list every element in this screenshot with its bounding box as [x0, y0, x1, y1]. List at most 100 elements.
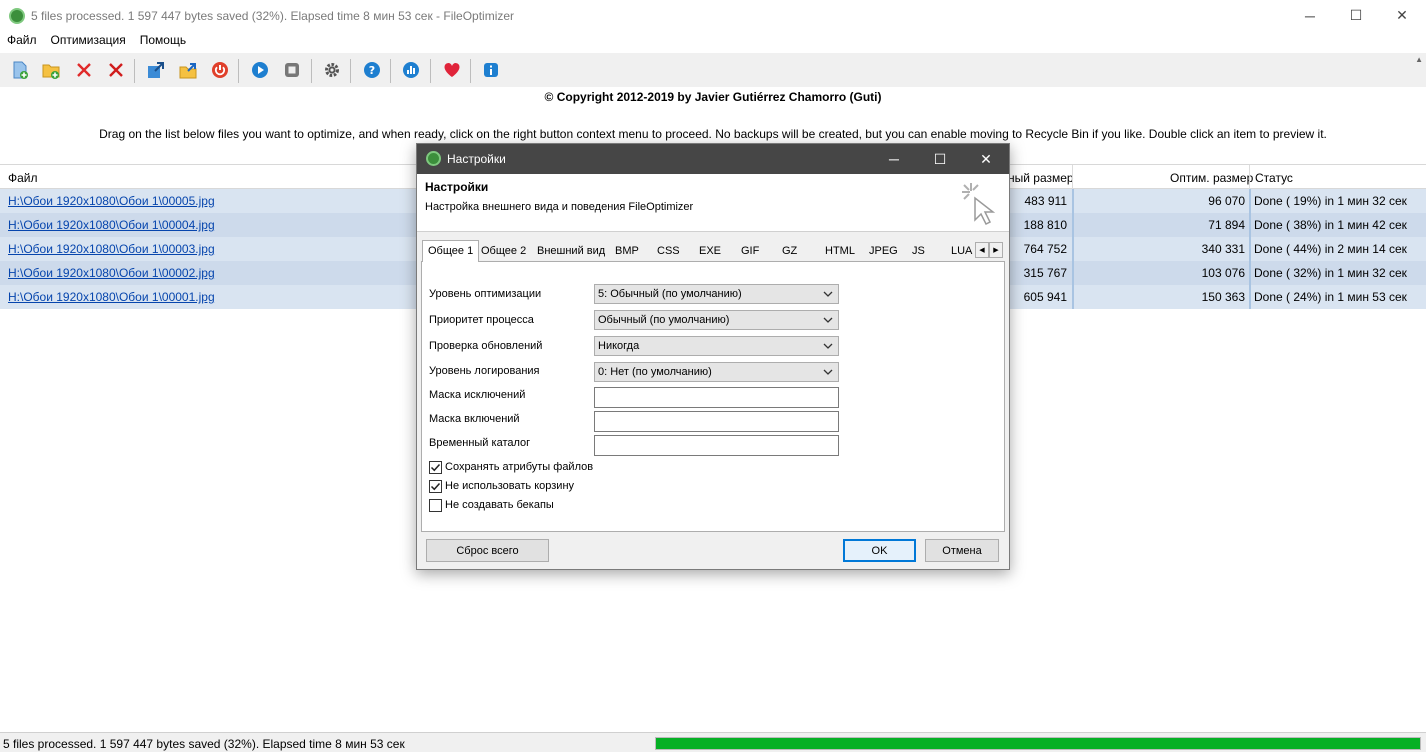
settings-dialog: Настройки ─ ☐ ✕ Настройки Настройка внеш…	[416, 143, 1010, 570]
power-button[interactable]	[209, 59, 231, 81]
add-file-icon	[13, 61, 28, 79]
include-mask-label: Маска включений	[429, 413, 520, 425]
title-bar: 5 files processed. 1 597 447 bytes saved…	[0, 0, 1426, 31]
close-button[interactable]: ✕	[1379, 0, 1425, 31]
column-header-orig-size[interactable]: ный размер	[1008, 171, 1074, 185]
priority-label: Приоритет процесса	[429, 314, 534, 326]
checkbox-box[interactable]	[429, 460, 442, 474]
tab-general-2[interactable]: Общее 2	[476, 242, 526, 261]
file-cell[interactable]: H:\Обои 1920x1080\Обои 1\00003.jpg	[8, 242, 215, 256]
cancel-button[interactable]: Отмена	[925, 539, 999, 562]
dialog-header-subtitle: Настройка внешнего вида и поведения File…	[425, 201, 694, 213]
tab-gif[interactable]: GIF	[736, 242, 759, 261]
minimize-button[interactable]: ─	[1287, 0, 1333, 31]
checkmark-icon	[430, 482, 441, 490]
dialog-maximize-button[interactable]: ☐	[917, 144, 963, 174]
tab-jpeg[interactable]: JPEG	[864, 242, 898, 261]
toolbar-separator	[238, 59, 239, 83]
toolbar-scroll-icon[interactable]: ▲	[1415, 55, 1423, 64]
tab-css[interactable]: CSS	[652, 242, 680, 261]
file-cell[interactable]: H:\Обои 1920x1080\Обои 1\00004.jpg	[8, 218, 215, 232]
donate-button[interactable]	[441, 59, 463, 81]
tab-js[interactable]: JS	[907, 242, 925, 261]
tab-scroll-right-icon[interactable]: ▶	[989, 242, 1003, 258]
row-divider	[1072, 237, 1074, 261]
open-folder-button[interactable]	[177, 59, 199, 81]
info-button[interactable]	[480, 59, 502, 81]
stats-button[interactable]	[400, 59, 422, 81]
hint-text: Drag on the list below files you want to…	[99, 127, 1327, 141]
folder-export-icon	[179, 63, 197, 79]
opt-size-cell: 96 070	[1208, 194, 1245, 208]
column-header-opt-size[interactable]: Оптим. размер	[1170, 171, 1253, 185]
opt-size-cell: 150 363	[1201, 290, 1245, 304]
add-files-button[interactable]	[9, 59, 31, 81]
updates-select[interactable]: Никогда	[594, 336, 839, 356]
row-divider	[1072, 213, 1074, 237]
log-level-value: 0: Нет (по умолчанию)	[598, 366, 712, 378]
column-header-file[interactable]: Файл	[8, 171, 38, 185]
menu-file[interactable]: Файл	[0, 31, 44, 51]
menu-help[interactable]: Помощь	[133, 31, 193, 51]
info-icon	[484, 63, 498, 77]
checkbox-box[interactable]	[429, 479, 442, 493]
add-folder-button[interactable]	[40, 59, 62, 81]
progress-fill	[656, 738, 1420, 749]
temp-dir-input[interactable]	[594, 435, 839, 456]
menu-optimize[interactable]: Оптимизация	[44, 31, 133, 51]
help-button[interactable]: ?	[361, 59, 383, 81]
tab-lua[interactable]: LUA	[946, 242, 972, 261]
file-cell[interactable]: H:\Обои 1920x1080\Обои 1\00002.jpg	[8, 266, 215, 280]
no-backups-checkbox[interactable]: Не создавать бекапы	[429, 497, 554, 513]
tab-scroll-left-icon[interactable]: ◀	[975, 242, 989, 258]
copyright-text: © Copyright 2012-2019 by Javier Gutiérre…	[544, 90, 882, 104]
svg-text:?: ?	[369, 64, 375, 77]
column-header-status[interactable]: Статус	[1255, 171, 1293, 185]
no-backups-label: Не создавать бекапы	[445, 499, 554, 511]
status-cell: Done ( 44%) in 2 мин 14 сек	[1254, 242, 1407, 256]
row-divider	[1072, 285, 1074, 309]
reset-all-button[interactable]: Сброс всего	[426, 539, 549, 562]
optimize-button[interactable]	[145, 59, 167, 81]
keep-attributes-checkbox[interactable]: Сохранять атрибуты файлов	[429, 459, 593, 475]
maximize-button[interactable]: ☐	[1333, 0, 1379, 31]
stop-button[interactable]	[281, 59, 303, 81]
dialog-close-button[interactable]: ✕	[963, 144, 1009, 174]
opt-level-select[interactable]: 5: Обычный (по умолчанию)	[594, 284, 839, 304]
log-level-select[interactable]: 0: Нет (по умолчанию)	[594, 362, 839, 382]
priority-value: Обычный (по умолчанию)	[598, 314, 730, 326]
status-bar: 5 files processed. 1 597 447 bytes saved…	[0, 732, 1426, 752]
clear-button[interactable]	[105, 59, 127, 81]
tab-general-1[interactable]: Общее 1	[422, 240, 480, 262]
checkbox-box[interactable]	[429, 498, 442, 512]
orig-size-cell: 764 752	[1023, 242, 1067, 256]
ok-button[interactable]: OK	[843, 539, 916, 562]
column-divider[interactable]	[1072, 165, 1073, 189]
opt-size-cell: 71 894	[1208, 218, 1245, 232]
menu-bar: Файл Оптимизация Помощь	[0, 31, 1426, 51]
tab-bmp[interactable]: BMP	[610, 242, 639, 261]
no-recycle-bin-checkbox[interactable]: Не использовать корзину	[429, 478, 574, 494]
file-cell[interactable]: H:\Обои 1920x1080\Обои 1\00001.jpg	[8, 290, 215, 304]
tab-strip: Общее 1 Общее 2 Внешний вид BMP CSS EXE …	[420, 240, 1006, 262]
help-icon: ?	[364, 62, 380, 78]
exclude-mask-label: Маска исключений	[429, 389, 526, 401]
orig-size-cell: 315 767	[1023, 266, 1067, 280]
keep-attributes-label: Сохранять атрибуты файлов	[445, 461, 594, 473]
exclude-mask-input[interactable]	[594, 387, 839, 408]
dialog-header: Настройки Настройка внешнего вида и пове…	[417, 174, 1009, 232]
play-button[interactable]	[249, 59, 271, 81]
file-cell[interactable]: H:\Обои 1920x1080\Обои 1\00005.jpg	[8, 194, 215, 208]
tab-html[interactable]: HTML	[820, 242, 855, 261]
tab-appearance[interactable]: Внешний вид	[532, 242, 605, 261]
stop-icon	[285, 63, 299, 77]
remove-button[interactable]	[73, 59, 95, 81]
settings-button[interactable]	[321, 59, 343, 81]
tab-gz[interactable]: GZ	[777, 242, 797, 261]
include-mask-input[interactable]	[594, 411, 839, 432]
priority-select[interactable]: Обычный (по умолчанию)	[594, 310, 839, 330]
dialog-minimize-button[interactable]: ─	[871, 144, 917, 174]
tab-exe[interactable]: EXE	[694, 242, 721, 261]
status-cell: Done ( 32%) in 1 мин 32 сек	[1254, 266, 1407, 280]
column-divider[interactable]	[1249, 165, 1250, 189]
